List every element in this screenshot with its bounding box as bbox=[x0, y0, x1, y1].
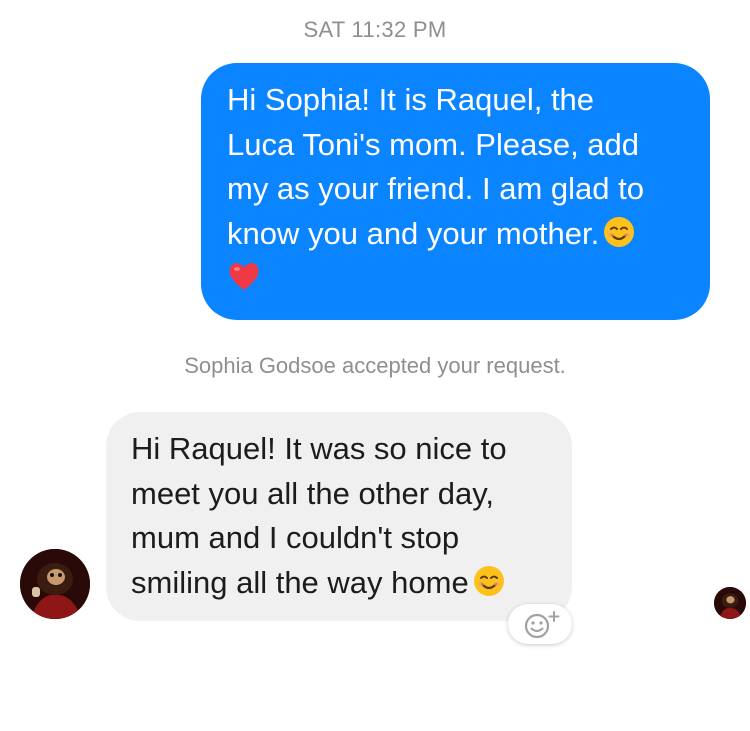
message-timestamp: SAT 11:32 PM bbox=[303, 17, 447, 42]
incoming-message-line: smiling all the way home bbox=[131, 561, 556, 606]
incoming-message-line: meet you all the other day, bbox=[131, 475, 495, 511]
smiling-face-icon bbox=[604, 216, 635, 247]
outgoing-message-line: know you and your mother. bbox=[227, 212, 690, 257]
outgoing-message-line bbox=[227, 256, 690, 301]
outgoing-message-line: my as your friend. I am glad to bbox=[227, 171, 644, 206]
outgoing-message-bubble[interactable]: Hi Sophia! It is Raquel, the Luca Toni's… bbox=[201, 63, 710, 320]
red-heart-icon bbox=[229, 263, 259, 290]
avatar-icon bbox=[20, 549, 90, 619]
friend-request-accepted-note: Sophia Godsoe accepted your request. bbox=[184, 353, 566, 378]
avatar-icon bbox=[714, 587, 746, 619]
incoming-message-bubble[interactable]: Hi Raquel! It was so nice to meet you al… bbox=[106, 412, 572, 621]
incoming-message-line: mum and I couldn't stop bbox=[131, 520, 460, 555]
sender-avatar[interactable] bbox=[20, 549, 90, 619]
smiling-face-icon bbox=[473, 565, 504, 596]
incoming-message-line: Hi Raquel! It was so nice to bbox=[131, 431, 507, 466]
read-receipt-avatar bbox=[714, 587, 746, 619]
add-reaction-icon bbox=[524, 611, 560, 639]
add-reaction-button[interactable] bbox=[508, 604, 572, 644]
chat-screen: SAT 11:32 PM Hi Sophia! It is Raquel, th… bbox=[0, 0, 750, 731]
outgoing-message-line: Luca Toni's mom. Please, add bbox=[227, 126, 640, 162]
outgoing-message-line: Hi Sophia! It is Raquel, the bbox=[227, 82, 595, 117]
